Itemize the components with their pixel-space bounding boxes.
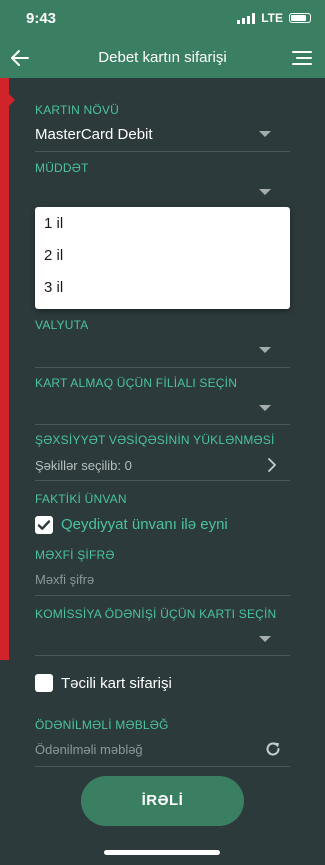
term-option-2[interactable]: 2 il [44,247,63,264]
commission-card-label: KOMİSSİYA ÖDƏNİŞİ ÜÇÜN KARTI SEÇİN [35,607,277,621]
term-dropdown: 1 il 2 il 3 il [35,207,290,309]
branch-label: KART ALMAQ ÜÇÜN FİLİALI SEÇİN [35,376,238,390]
currency-label: VALYUTA [35,318,89,332]
id-upload-label: ŞƏXSİYYƏT VƏSİQƏSİNİN YÜKLƏNMƏSİ [35,433,275,447]
page-title: Debet kartın sifarişi [98,49,227,66]
term-label: MÜDDƏT [35,161,89,175]
payable-amount-label: ÖDƏNİLMƏLİ MƏBLƏĞ [35,718,169,732]
divider [35,766,290,767]
card-type-label: KARTIN NÖVÜ [35,103,119,117]
divider [35,367,290,368]
card-type-caret-icon[interactable] [259,131,271,137]
step-indicator [0,78,15,660]
checkmark-icon [37,520,51,530]
commission-card-caret-icon[interactable] [259,636,271,642]
network-type: LTE [261,11,283,25]
refresh-icon[interactable] [264,740,282,758]
id-upload-field[interactable]: Şəkillər seçilib: 0 [35,458,132,473]
urgent-checkbox[interactable] [35,674,53,692]
same-address-label[interactable]: Qeydiyyat ünvanı ilə eyni [61,516,228,533]
status-time: 9:43 [26,10,57,27]
divider [35,595,290,596]
status-icons: LTE [237,11,311,25]
branch-caret-icon[interactable] [259,405,271,411]
actual-address-label: FAKTİKİ ÜNVAN [35,492,127,506]
signal-icon [237,12,256,24]
divider [35,480,290,481]
hamburger-icon[interactable] [291,48,313,68]
term-option-3[interactable]: 3 il [44,279,63,296]
divider [35,655,290,656]
home-indicator [104,850,220,855]
next-button[interactable]: İRƏLİ [81,776,244,826]
secret-code-input[interactable]: Məxfi şifrə [35,572,94,587]
payable-amount-field: Ödənilməli məbləğ [35,742,143,757]
term-option-1[interactable]: 1 il [44,215,63,232]
same-address-checkbox[interactable] [35,516,53,534]
term-caret-icon[interactable] [259,189,271,195]
urgent-label[interactable]: Təcili kart sifarişi [61,675,172,692]
nav-bar: Debet kartın sifarişi [0,38,325,78]
currency-caret-icon[interactable] [259,347,271,353]
status-bar: 9:43 LTE [0,0,325,38]
divider [35,151,290,152]
battery-icon [289,13,311,23]
chevron-right-icon[interactable] [266,457,278,473]
secret-code-label: MƏXFİ ŞİFRƏ [35,548,115,562]
divider [35,424,290,425]
card-type-select[interactable]: MasterCard Debit [35,126,153,143]
